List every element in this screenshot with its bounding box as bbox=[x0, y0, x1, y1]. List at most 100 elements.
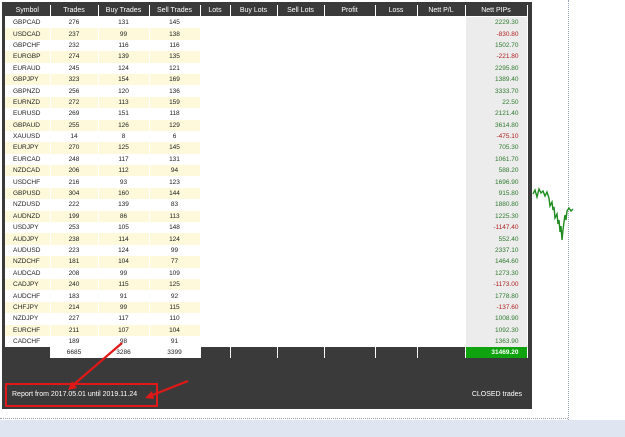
nett-pips-cell: 1092.30 bbox=[465, 324, 528, 336]
table-row[interactable]: USDJPY 253 105 148 -1147.40 bbox=[5, 222, 528, 234]
nett-pips-cell: 552.40 bbox=[465, 233, 528, 245]
empty-cell bbox=[375, 85, 418, 97]
table-row[interactable]: EURNZD 272 113 159 22.50 bbox=[5, 96, 528, 109]
table-row[interactable]: GBPCHF 232 116 116 1502.70 bbox=[5, 39, 528, 52]
sell-trades-cell: 83 bbox=[149, 199, 201, 211]
empty-cell bbox=[417, 142, 466, 154]
table-row[interactable]: EURAUD 245 124 121 2295.80 bbox=[5, 62, 528, 74]
empty-cell bbox=[324, 176, 376, 188]
empty-cell bbox=[324, 278, 376, 291]
empty-cell bbox=[200, 119, 231, 131]
table-row[interactable]: GBPJPY 323 154 169 1389.40 bbox=[5, 73, 528, 86]
nett-pips-cell: 1880.80 bbox=[465, 199, 528, 211]
table-row[interactable]: USDCAD 237 99 138 -830.80 bbox=[5, 28, 528, 40]
sell-trades-cell: 110 bbox=[149, 313, 201, 325]
table-row[interactable]: EURUSD 269 151 118 2121.40 bbox=[5, 108, 528, 120]
empty-cell bbox=[375, 256, 418, 268]
table-row[interactable]: NZDCAD 206 112 94 588.20 bbox=[5, 165, 528, 177]
table-row[interactable]: EURCAD 248 117 131 1061.70 bbox=[5, 153, 528, 166]
empty-cell bbox=[230, 244, 278, 257]
empty-cell bbox=[200, 176, 231, 188]
column-header-sell-lots[interactable]: Sell Lots bbox=[277, 5, 325, 17]
column-header-buy-lots[interactable]: Buy Lots bbox=[230, 5, 278, 17]
buy-trades-cell: 126 bbox=[98, 119, 150, 131]
empty-cell bbox=[375, 165, 418, 177]
table-row[interactable]: XAUUSD 14 8 6 -475.10 bbox=[5, 130, 528, 143]
table-row[interactable]: AUDUSD 223 124 99 2337.10 bbox=[5, 244, 528, 257]
empty-cell bbox=[277, 199, 325, 211]
table-row[interactable]: EURGBP 274 139 135 -221.80 bbox=[5, 51, 528, 63]
sell-trades-cell: 145 bbox=[149, 16, 201, 29]
empty-cell bbox=[277, 210, 325, 223]
empty-cell bbox=[230, 73, 278, 86]
empty-cell bbox=[230, 85, 278, 97]
nett-pips-cell: 588.20 bbox=[465, 165, 528, 177]
column-header-lots[interactable]: Lots bbox=[200, 5, 231, 17]
trades-cell: 238 bbox=[50, 233, 99, 245]
empty-cell bbox=[417, 324, 466, 336]
table-row[interactable]: NZDUSD 222 139 83 1880.80 bbox=[5, 199, 528, 211]
table-row[interactable]: NZDCHF 181 104 77 1464.60 bbox=[5, 256, 528, 268]
empty-cell bbox=[375, 176, 418, 188]
column-header-sell-trades[interactable]: Sell Trades bbox=[149, 5, 201, 17]
empty-cell bbox=[277, 51, 325, 63]
sell-trades-cell: 121 bbox=[149, 62, 201, 74]
buy-trades-cell: 104 bbox=[98, 256, 150, 268]
column-header-profit[interactable]: Profit bbox=[324, 5, 376, 17]
trades-cell: 245 bbox=[50, 62, 99, 74]
table-row[interactable]: AUDJPY 238 114 124 552.40 bbox=[5, 233, 528, 245]
table-row[interactable]: AUDNZD 199 86 113 1225.30 bbox=[5, 210, 528, 223]
empty-cell bbox=[324, 62, 376, 74]
empty-cell bbox=[375, 301, 418, 314]
column-header-loss[interactable]: Loss bbox=[375, 5, 418, 17]
column-header-buy-trades[interactable]: Buy Trades bbox=[98, 5, 150, 17]
total-nett-pips-cell: 31469.20 bbox=[465, 347, 528, 359]
symbol-cell: GBPJPY bbox=[5, 73, 51, 86]
table-row[interactable]: EURCHF 211 107 104 1092.30 bbox=[5, 324, 528, 336]
column-header-symbol[interactable]: Symbol bbox=[5, 5, 51, 17]
trades-cell: 222 bbox=[50, 199, 99, 211]
table-row[interactable]: CHFJPY 214 99 115 -137.60 bbox=[5, 301, 528, 314]
empty-cell bbox=[417, 335, 466, 348]
nett-pips-cell: 1502.70 bbox=[465, 39, 528, 52]
sell-trades-cell: 109 bbox=[149, 267, 201, 279]
symbol-cell: USDCHF bbox=[5, 176, 51, 188]
empty-cell bbox=[277, 278, 325, 291]
empty-cell bbox=[200, 142, 231, 154]
empty-cell bbox=[230, 96, 278, 109]
symbol-cell: AUDNZD bbox=[5, 210, 51, 223]
empty-cell bbox=[230, 278, 278, 291]
table-row[interactable]: GBPCAD 276 131 145 2229.30 bbox=[5, 16, 528, 29]
column-header-nett-pips[interactable]: Nett PIPs bbox=[465, 5, 528, 17]
report-status-label: CLOSED trades bbox=[471, 391, 522, 398]
table-row[interactable]: GBPUSD 304 160 144 915.80 bbox=[5, 187, 528, 200]
empty-cell bbox=[230, 176, 278, 188]
totals-empty-cell bbox=[375, 347, 418, 359]
buy-trades-cell: 131 bbox=[98, 16, 150, 29]
table-row[interactable]: GBPAUD 255 126 129 3614.80 bbox=[5, 119, 528, 131]
empty-cell bbox=[277, 187, 325, 200]
buy-trades-cell: 154 bbox=[98, 73, 150, 86]
table-row[interactable]: EURJPY 270 125 145 705.30 bbox=[5, 142, 528, 154]
table-row[interactable]: GBPNZD 256 120 136 3333.70 bbox=[5, 85, 528, 97]
empty-cell bbox=[200, 28, 231, 40]
table-row[interactable]: USDCHF 216 93 123 1696.90 bbox=[5, 176, 528, 188]
totals-empty-cell bbox=[324, 347, 376, 359]
trades-cell: 14 bbox=[50, 130, 99, 143]
column-header-nett-p-l[interactable]: Nett P/L bbox=[417, 5, 466, 17]
empty-cell bbox=[375, 28, 418, 40]
table-row[interactable]: NZDJPY 227 117 110 1008.90 bbox=[5, 313, 528, 325]
table-row[interactable]: CADJPY 240 115 125 -1173.00 bbox=[5, 278, 528, 291]
empty-cell bbox=[324, 187, 376, 200]
empty-cell bbox=[375, 313, 418, 325]
column-header-trades[interactable]: Trades bbox=[50, 5, 99, 17]
sell-trades-cell: 91 bbox=[149, 335, 201, 348]
empty-cell bbox=[200, 222, 231, 234]
empty-cell bbox=[324, 222, 376, 234]
table-row[interactable]: AUDCHF 183 91 92 1778.80 bbox=[5, 290, 528, 302]
table-row[interactable]: CADCHF 189 98 91 1363.90 bbox=[5, 335, 528, 348]
table-row[interactable]: AUDCAD 208 99 109 1273.30 bbox=[5, 267, 528, 279]
empty-cell bbox=[375, 222, 418, 234]
trades-cell: 206 bbox=[50, 165, 99, 177]
trades-cell: 211 bbox=[50, 324, 99, 336]
